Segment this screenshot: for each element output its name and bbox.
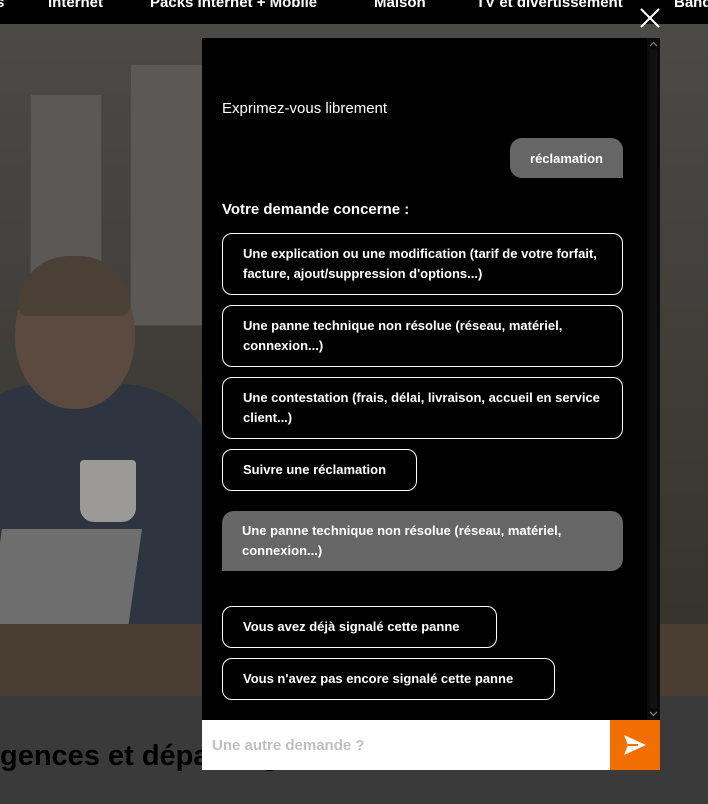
- chat-message-input[interactable]: [202, 720, 610, 770]
- option-panne-button[interactable]: Une panne technique non résolue (réseau,…: [222, 305, 623, 367]
- nav-item-packs[interactable]: Packs Internet + Mobile: [150, 0, 317, 11]
- nav-item-partial[interactable]: s: [0, 0, 4, 11]
- option-suivre-reclamation-button[interactable]: Suivre une réclamation: [222, 449, 417, 491]
- scrollbar-track[interactable]: [650, 50, 657, 708]
- nav-item-banque[interactable]: Banq: [674, 0, 708, 11]
- chevron-up-icon[interactable]: [649, 40, 658, 49]
- selected-choice-bubble: Une panne technique non résolue (réseau,…: [222, 511, 623, 571]
- top-navigation: s Internet Packs Internet + Mobile Maiso…: [0, 0, 708, 24]
- chat-intro-text: Exprimez-vous librement: [222, 100, 388, 117]
- hero-mug: [80, 460, 136, 522]
- close-icon[interactable]: [638, 6, 662, 30]
- send-icon: [624, 735, 646, 755]
- user-message-bubble: réclamation: [510, 138, 623, 178]
- option-contestation-button[interactable]: Une contestation (frais, délai, livraiso…: [222, 377, 623, 439]
- nav-item-internet[interactable]: Internet: [48, 0, 103, 11]
- chat-question: Votre demande concerne :: [222, 201, 410, 218]
- send-button[interactable]: [610, 720, 660, 770]
- chat-scrollbar[interactable]: [647, 38, 660, 720]
- chevron-down-icon[interactable]: [649, 709, 658, 718]
- hero-window: [30, 94, 102, 276]
- nav-item-tv[interactable]: TV et divertissement: [476, 0, 623, 11]
- followup-not-reported-button[interactable]: Vous n'avez pas encore signalé cette pan…: [222, 658, 555, 700]
- option-explication-button[interactable]: Une explication ou une modification (tar…: [222, 233, 623, 295]
- nav-item-maison[interactable]: Maison: [374, 0, 426, 11]
- chat-input-bar: [202, 720, 660, 770]
- chat-messages[interactable]: Exprimez-vous librement réclamation Votr…: [202, 38, 650, 720]
- chat-window: Exprimez-vous librement réclamation Votr…: [202, 38, 660, 770]
- followup-already-reported-button[interactable]: Vous avez déjà signalé cette panne: [222, 606, 497, 648]
